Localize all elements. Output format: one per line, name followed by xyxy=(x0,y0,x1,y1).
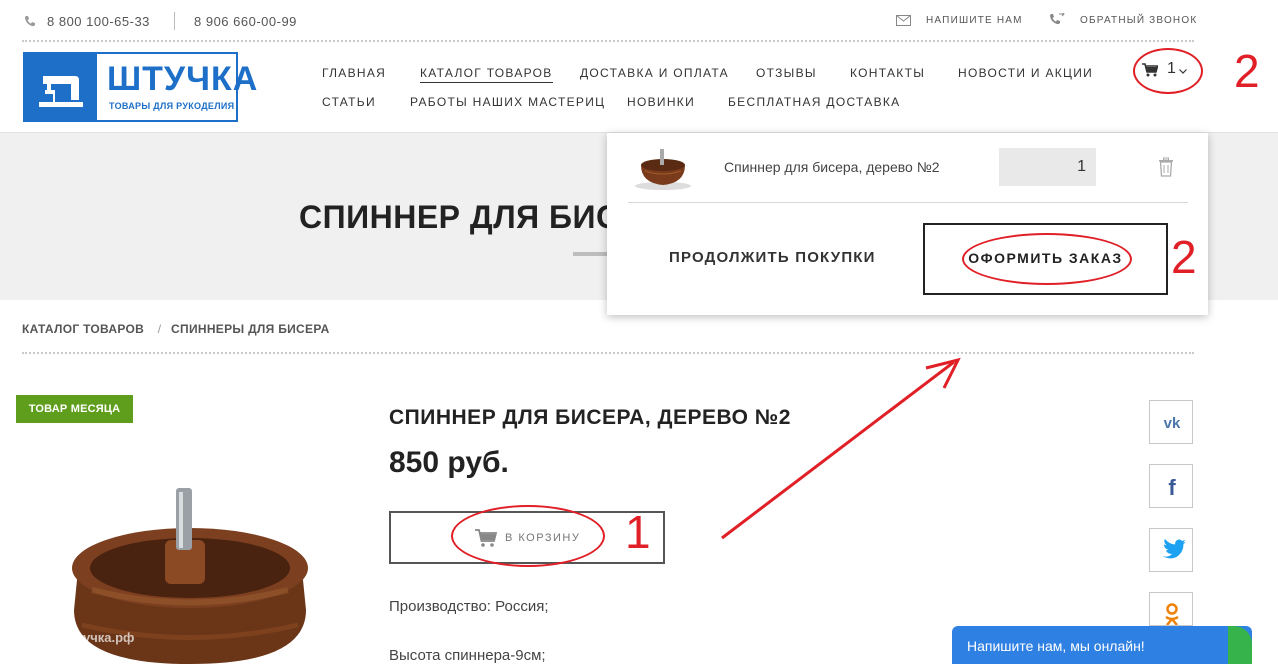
annotation-number-2-top: 2 xyxy=(1234,45,1260,97)
odnoklassniki-share-button[interactable] xyxy=(1149,592,1193,626)
header-divider xyxy=(22,40,1194,42)
trash-icon[interactable] xyxy=(1158,157,1174,177)
logo-emblem xyxy=(25,54,97,120)
odnoklassniki-icon xyxy=(1165,603,1179,625)
twitter-share-button[interactable] xyxy=(1149,528,1193,572)
online-chat-widget[interactable]: Напишите нам, мы онлайн! xyxy=(952,626,1252,664)
continue-shopping-button[interactable]: ПРОДОЛЖИТЬ ПОКУПКИ xyxy=(669,249,876,266)
product-price: 850 руб. xyxy=(389,446,509,479)
write-us-link[interactable]: НАПИШИТЕ НАМ xyxy=(926,15,1023,26)
product-spec-origin: Производство: Россия; xyxy=(389,598,549,615)
nav-masters-works[interactable]: РАБОТЫ НАШИХ МАСТЕРИЦ xyxy=(410,95,605,109)
twitter-icon xyxy=(1162,539,1186,559)
nav-news[interactable]: НОВОСТИ И АКЦИИ xyxy=(958,66,1093,80)
nav-articles[interactable]: СТАТЬИ xyxy=(322,95,376,109)
callback-link[interactable]: ОБРАТНЫЙ ЗВОНОК xyxy=(1080,15,1197,26)
phone-separator xyxy=(174,12,175,30)
cart-item-name[interactable]: Спиннер для бисера, дерево №2 xyxy=(724,159,940,175)
product-spec-height: Высота спиннера-9см; xyxy=(389,647,546,664)
logo-subtitle: ТОВАРЫ ДЛЯ РУКОДЕЛИЯ xyxy=(109,101,235,111)
nav-reviews[interactable]: ОТЗЫВЫ xyxy=(756,66,817,80)
vk-share-button[interactable]: vk xyxy=(1149,400,1193,444)
annotation-ellipse-cart xyxy=(1133,48,1203,94)
dropdown-divider xyxy=(628,202,1188,203)
svg-text:f: f xyxy=(1168,475,1176,500)
breadcrumb-catalog[interactable]: КАТАЛОГ ТОВАРОВ xyxy=(22,322,144,336)
sewing-machine-icon xyxy=(39,76,83,107)
top-bar: 8 800 100-65-33 8 906 660-00-99 НАПИШИТЕ… xyxy=(0,0,1278,40)
phone-number-2[interactable]: 8 906 660-00-99 xyxy=(194,14,297,29)
facebook-share-button[interactable]: f xyxy=(1149,464,1193,508)
annotation-ellipse-checkout xyxy=(962,233,1132,285)
cart-item-quantity-input[interactable]: 1 xyxy=(999,148,1096,186)
phone-number-1[interactable]: 8 800 100-65-33 xyxy=(47,14,150,29)
cart-item-thumbnail[interactable] xyxy=(629,143,697,193)
nav-home[interactable]: ГЛАВНАЯ xyxy=(322,66,386,80)
breadcrumb-divider xyxy=(22,352,1194,354)
nav-contacts[interactable]: КОНТАКТЫ xyxy=(850,66,925,80)
chat-label: Напишите нам, мы онлайн! xyxy=(967,638,1145,654)
nav-free-delivery[interactable]: БЕСПЛАТНАЯ ДОСТАВКА xyxy=(728,95,900,109)
site-logo[interactable]: ШТУЧКА ТОВАРЫ ДЛЯ РУКОДЕЛИЯ xyxy=(23,52,257,122)
callback-icon xyxy=(1050,13,1065,25)
cart-dropdown: Спиннер для бисера, дерево №2 1 ПРОДОЛЖИ… xyxy=(607,133,1208,315)
nav-new-arrivals[interactable]: НОВИНКИ xyxy=(627,95,695,109)
annotation-number-1: 1 xyxy=(625,506,651,558)
breadcrumb-spinners[interactable]: СПИННЕРЫ ДЛЯ БИСЕРА xyxy=(171,322,330,336)
mail-icon xyxy=(896,15,911,26)
nav-delivery[interactable]: ДОСТАВКА И ОПЛАТА xyxy=(580,66,729,80)
watermark-text: www.штучка.рф xyxy=(31,630,134,645)
facebook-icon: f xyxy=(1168,475,1176,500)
svg-text:vk: vk xyxy=(1164,415,1181,432)
vk-icon: vk xyxy=(1164,415,1181,432)
annotation-number-2-checkout: 2 xyxy=(1171,231,1197,283)
product-of-month-badge: ТОВАР МЕСЯЦА xyxy=(16,395,133,423)
product-image[interactable]: www.штучка.рф xyxy=(22,440,358,664)
phone-icon xyxy=(25,16,35,27)
nav-catalog[interactable]: КАТАЛОГ ТОВАРОВ xyxy=(420,66,553,83)
product-title: СПИННЕР ДЛЯ БИСЕРА, ДЕРЕВО №2 xyxy=(389,406,791,429)
annotation-arrow xyxy=(721,357,961,540)
annotation-ellipse-add-to-cart xyxy=(451,505,605,567)
breadcrumb-separator: / xyxy=(157,322,162,336)
breadcrumb: КАТАЛОГ ТОВАРОВ / СПИННЕРЫ ДЛЯ БИСЕРА xyxy=(22,322,336,336)
logo-title: ШТУЧКА xyxy=(107,60,259,98)
